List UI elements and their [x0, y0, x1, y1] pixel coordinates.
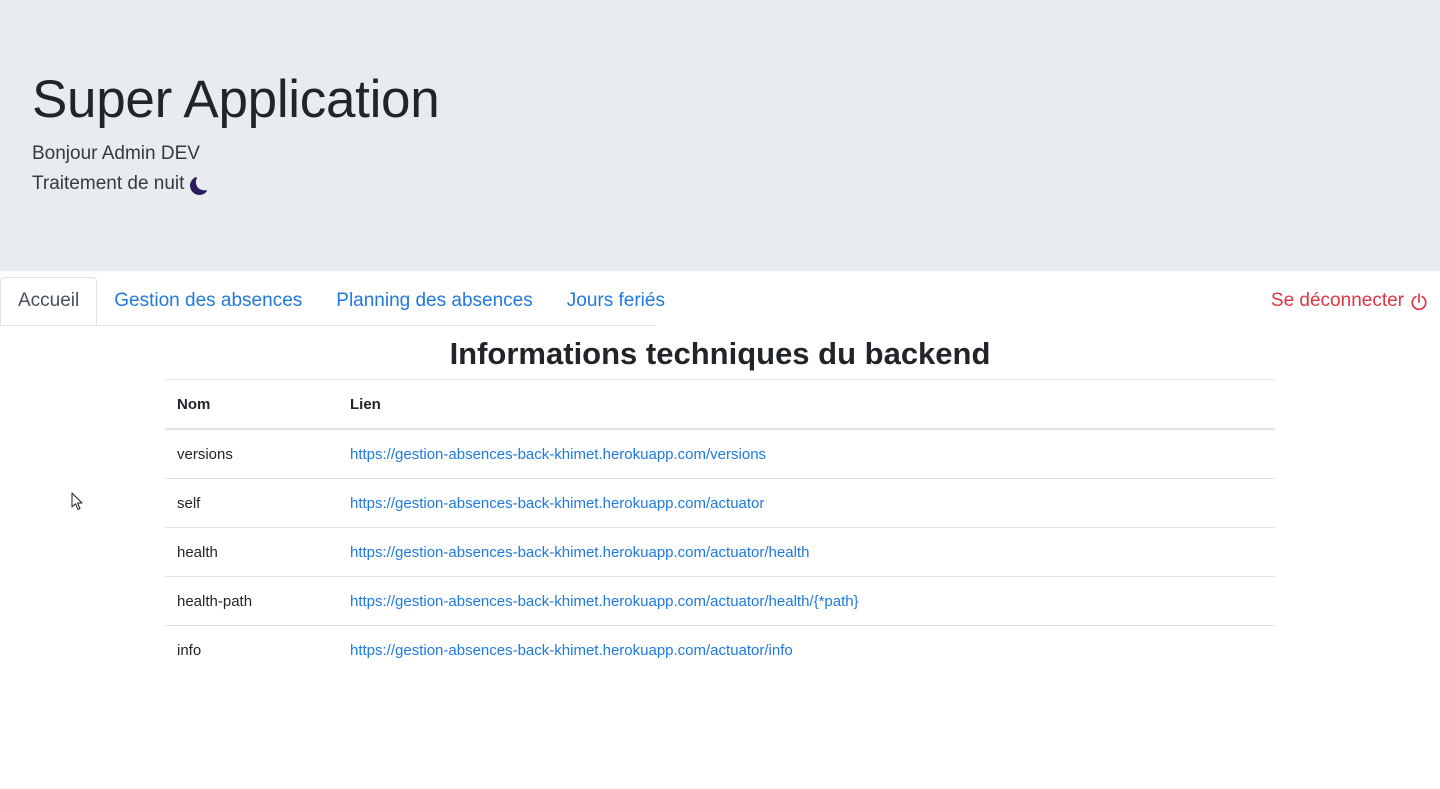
table-row: versions https://gestion-absences-back-k…	[165, 428, 1275, 479]
row-link[interactable]: https://gestion-absences-back-khimet.her…	[350, 544, 809, 561]
row-name: self	[165, 478, 338, 528]
row-link-cell: https://gestion-absences-back-khimet.her…	[338, 625, 1275, 674]
row-link[interactable]: https://gestion-absences-back-khimet.her…	[350, 593, 859, 610]
table-header-row: Nom Lien	[165, 379, 1275, 430]
logout-label: Se déconnecter	[1270, 290, 1404, 311]
header-jumbotron: Super Application Bonjour Admin DEV Trai…	[0, 0, 1440, 271]
section-title: Informations techniques du backend	[449, 336, 991, 371]
row-name: versions	[165, 428, 338, 479]
greeting-text: Bonjour Admin DEV	[32, 143, 200, 164]
logout-button[interactable]: Se déconnecter	[1271, 290, 1428, 312]
moon-icon	[190, 176, 208, 195]
tab-accueil[interactable]: Accueil	[0, 277, 98, 325]
app-title: Super Application	[32, 70, 440, 129]
row-name: info	[165, 625, 338, 674]
night-processing-label: Traitement de nuit	[32, 173, 185, 194]
row-link-cell: https://gestion-absences-back-khimet.her…	[338, 428, 1275, 479]
row-name: health-path	[165, 576, 338, 626]
row-link-cell: https://gestion-absences-back-khimet.her…	[338, 527, 1275, 577]
table-row: self https://gestion-absences-back-khime…	[165, 478, 1275, 528]
tab-jours-feries[interactable]: Jours feriés	[550, 277, 682, 324]
table-row: health https://gestion-absences-back-khi…	[165, 527, 1275, 577]
table-row: health-path https://gestion-absences-bac…	[165, 576, 1275, 626]
row-link-cell: https://gestion-absences-back-khimet.her…	[338, 576, 1275, 626]
row-link-cell: https://gestion-absences-back-khimet.her…	[338, 478, 1275, 528]
nav-tabs: Accueil Gestion des absences Planning de…	[0, 277, 665, 326]
row-link[interactable]: https://gestion-absences-back-khimet.her…	[350, 446, 766, 463]
column-header-lien: Lien	[338, 379, 1275, 430]
column-header-nom: Nom	[165, 379, 338, 430]
row-link[interactable]: https://gestion-absences-back-khimet.her…	[350, 642, 793, 659]
mouse-cursor-icon	[71, 492, 83, 510]
tab-gestion-absences[interactable]: Gestion des absences	[97, 277, 319, 324]
row-link[interactable]: https://gestion-absences-back-khimet.her…	[350, 495, 764, 512]
night-processing: Traitement de nuit	[32, 173, 208, 195]
row-name: health	[165, 527, 338, 577]
backend-info-table: Nom Lien versions https://gestion-absenc…	[165, 379, 1275, 674]
power-icon	[1411, 293, 1427, 311]
tab-planning-absences[interactable]: Planning des absences	[319, 277, 549, 324]
table-row: info https://gestion-absences-back-khime…	[165, 625, 1275, 674]
